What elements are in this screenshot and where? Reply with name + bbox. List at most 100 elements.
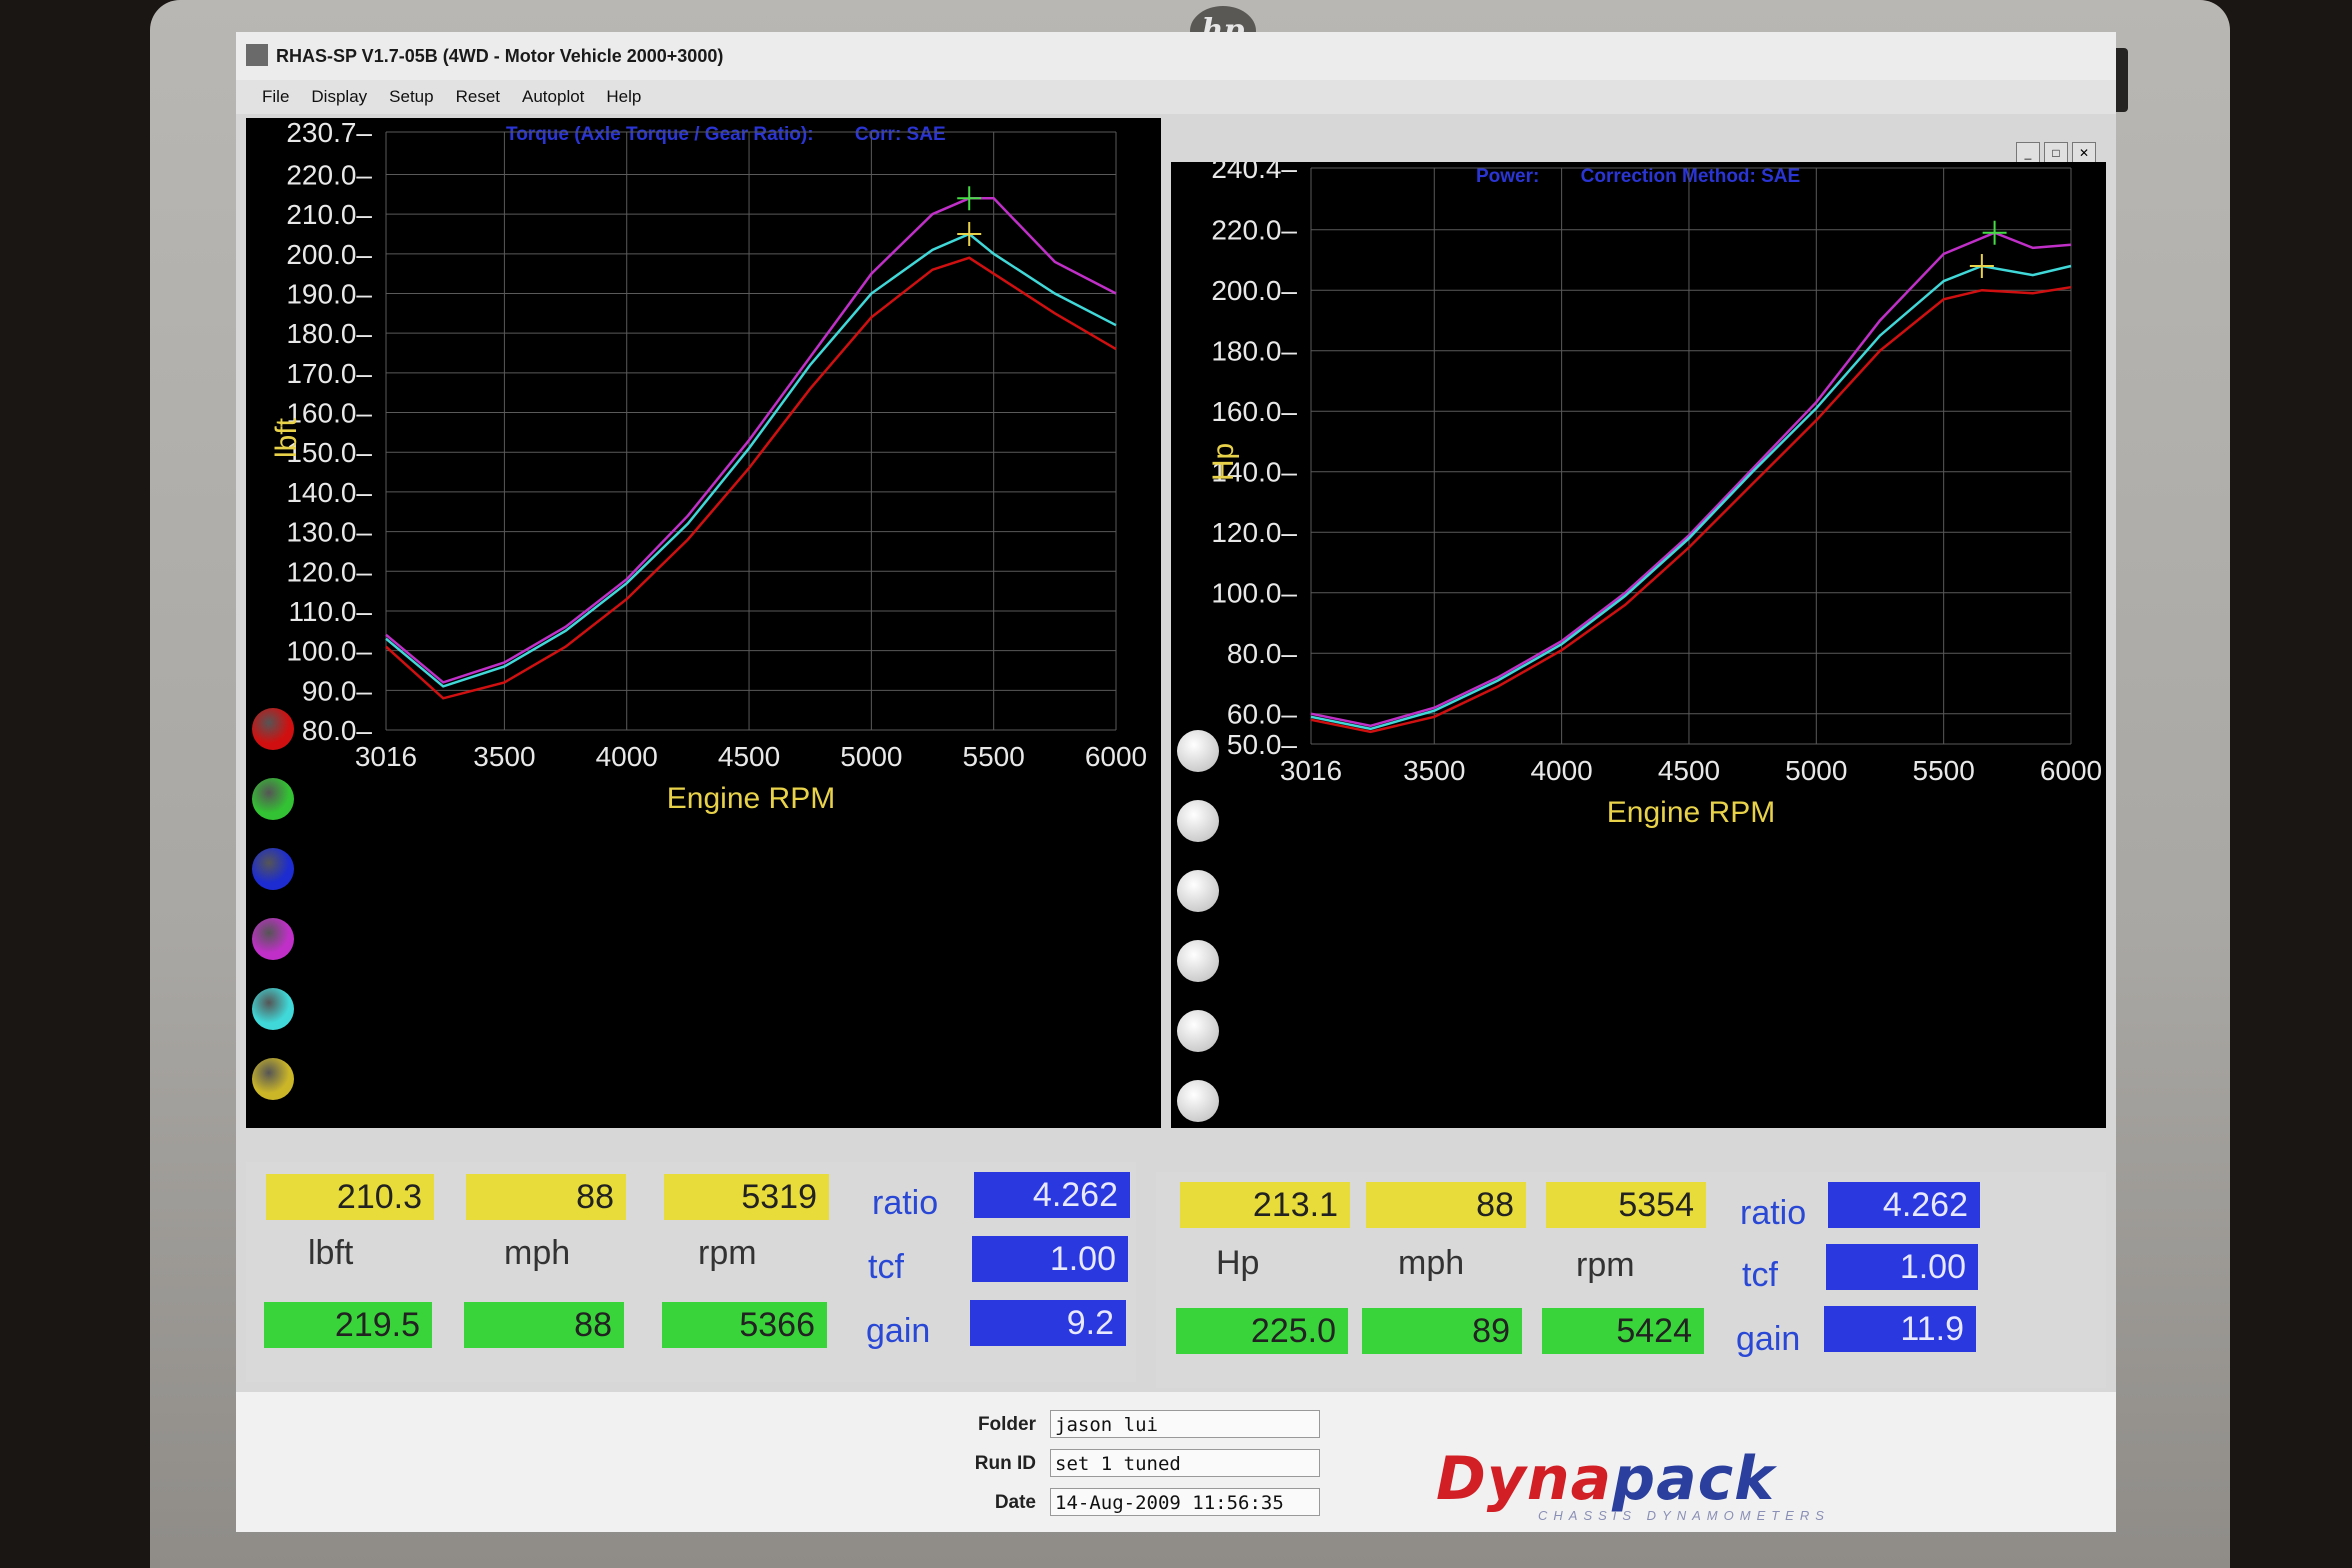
footer-info: Folder jason lui Run ID set 1 tuned Date…	[236, 1392, 2116, 1532]
torque-ytick-label: 190.0–	[286, 279, 372, 310]
power-peak-rpm: 5354	[1546, 1182, 1706, 1228]
power-readouts: 213.1 88 5354 Hp mph rpm 225.0 89 5424 r…	[1156, 1172, 2106, 1388]
runid-field[interactable]: set 1 tuned	[1050, 1449, 1320, 1477]
torque-xlabel: Engine RPM	[667, 782, 835, 815]
date-field[interactable]: 14-Aug-2009 11:56:35	[1050, 1488, 1320, 1516]
torque-tcf-value: 1.00	[972, 1236, 1128, 1282]
torque-ytick-label: 120.0–	[286, 556, 372, 587]
power-series-magenta	[1310, 231, 2072, 728]
torque-peak-value: 210.3	[266, 1174, 434, 1220]
power-legend-grey-dot[interactable]	[1177, 870, 1219, 912]
power-xtick-label: 3016	[1280, 755, 1342, 786]
power-label-ratio: ratio	[1740, 1194, 1807, 1232]
torque-ytick-label: 180.0–	[286, 318, 372, 349]
menu-reset[interactable]: Reset	[456, 87, 500, 107]
torque-readouts: 210.3 88 5319 lbft mph rpm 219.5 88 5366…	[246, 1162, 1136, 1382]
torque-tuned-mph: 88	[464, 1302, 624, 1348]
menu-autoplot[interactable]: Autoplot	[522, 87, 584, 107]
power-legend-grey-dot[interactable]	[1177, 940, 1219, 982]
menu-display[interactable]: Display	[311, 87, 367, 107]
power-xtick-label: 5500	[1913, 755, 1975, 786]
power-ytick-label: 220.0–	[1211, 215, 1297, 246]
app-icon	[246, 44, 268, 66]
torque-ytick-label: 100.0–	[286, 636, 372, 667]
power-tuned-mph: 89	[1362, 1308, 1522, 1354]
torque-unit-mph: mph	[504, 1234, 571, 1272]
power-xtick-label: 5000	[1785, 755, 1847, 786]
power-xtick-label: 4000	[1530, 755, 1592, 786]
torque-peak-rpm: 5319	[664, 1174, 829, 1220]
title-bar: RHAS-SP V1.7-05B (4WD - Motor Vehicle 20…	[236, 32, 2116, 80]
power-label-tcf: tcf	[1742, 1256, 1778, 1294]
torque-series-cyan	[385, 232, 1117, 688]
logo-part-a: Dyna	[1436, 1444, 1613, 1514]
window-controls: _ □ ✕	[2016, 142, 2096, 164]
torque-tuned-value: 219.5	[264, 1302, 432, 1348]
torque-xtick-label: 5000	[840, 741, 902, 772]
minimize-icon[interactable]: _	[2016, 142, 2040, 164]
torque-ytick-label: 200.0–	[286, 239, 372, 270]
torque-label-tcf: tcf	[868, 1248, 904, 1286]
menu-help[interactable]: Help	[606, 87, 641, 107]
folder-field[interactable]: jason lui	[1050, 1410, 1320, 1438]
power-label-gain: gain	[1736, 1320, 1801, 1358]
logo-subtitle: CHASSIS DYNAMOMETERS	[1538, 1508, 1830, 1523]
torque-xtick-label: 4500	[718, 741, 780, 772]
power-ytick-label: 200.0–	[1211, 275, 1297, 306]
power-ytick-label: 240.4–	[1211, 162, 1297, 184]
power-tcf-value: 1.00	[1826, 1244, 1978, 1290]
torque-xtick-label: 6000	[1085, 741, 1147, 772]
torque-legend-magenta-dot[interactable]	[252, 918, 294, 960]
torque-ytick-label: 230.7–	[286, 118, 372, 148]
power-ytick-label: 60.0–	[1227, 699, 1297, 730]
menu-file[interactable]: File	[262, 87, 289, 107]
power-legend-grey-dot[interactable]	[1177, 800, 1219, 842]
app-window: RHAS-SP V1.7-05B (4WD - Motor Vehicle 20…	[236, 32, 2116, 1532]
torque-legend-cyan-dot[interactable]	[252, 988, 294, 1030]
power-ytick-label: 120.0–	[1211, 517, 1297, 548]
torque-peak-mph: 88	[466, 1174, 626, 1220]
power-series-cyan	[1310, 264, 2072, 731]
close-icon[interactable]: ✕	[2072, 142, 2096, 164]
logo-part-b: pack	[1612, 1444, 1776, 1514]
torque-legend-yellow-dot[interactable]	[252, 1058, 294, 1100]
torque-label-gain: gain	[866, 1312, 931, 1350]
torque-label-ratio: ratio	[872, 1184, 939, 1222]
menu-setup[interactable]: Setup	[389, 87, 433, 107]
power-peak-value: 213.1	[1180, 1182, 1350, 1228]
power-gain-value: 11.9	[1824, 1306, 1976, 1352]
torque-unit-lbft: lbft	[308, 1234, 354, 1272]
date-label: Date	[994, 1492, 1036, 1513]
torque-legend-red-dot[interactable]	[252, 708, 294, 750]
torque-series-red	[385, 256, 1117, 700]
torque-legend-blue-dot[interactable]	[252, 848, 294, 890]
torque-xtick-label: 5500	[963, 741, 1025, 772]
dynapack-logo: Dynapack	[1436, 1444, 1775, 1514]
torque-legend-green-dot[interactable]	[252, 778, 294, 820]
power-xtick-label: 3500	[1403, 755, 1465, 786]
torque-xtick-label: 4000	[596, 741, 658, 772]
power-peak-mph: 88	[1366, 1182, 1526, 1228]
power-legend-grey-dot[interactable]	[1177, 730, 1219, 772]
power-xlabel: Engine RPM	[1607, 796, 1775, 829]
power-legend-grey-dot[interactable]	[1177, 1010, 1219, 1052]
power-unit-hp: Hp	[1216, 1244, 1260, 1282]
torque-ytick-label: 210.0–	[286, 199, 372, 230]
torque-xtick-label: 3016	[355, 741, 417, 772]
power-series-red	[1310, 285, 2072, 734]
torque-panel: Torque (Axle Torque / Gear Ratio): Corr:…	[246, 118, 1161, 1128]
torque-ratio-value: 4.262	[974, 1172, 1130, 1218]
power-legend-grey-dot[interactable]	[1177, 1080, 1219, 1122]
power-tuned-rpm: 5424	[1542, 1308, 1704, 1354]
power-unit-rpm: rpm	[1576, 1246, 1635, 1284]
torque-ytick-label: 170.0–	[286, 358, 372, 389]
maximize-icon[interactable]: □	[2044, 142, 2068, 164]
power-ratio-value: 4.262	[1828, 1182, 1980, 1228]
torque-chart: 230.7– 220.0– 210.0– 200.0– 190.0– 180.0– 170.…	[270, 118, 1147, 815]
power-ytick-label: 180.0–	[1211, 336, 1297, 367]
torque-tuned-rpm: 5366	[662, 1302, 827, 1348]
power-ylabel: Hp	[1207, 443, 1240, 481]
power-ytick-label: 100.0–	[1211, 578, 1297, 609]
torque-ytick-label: 130.0–	[286, 517, 372, 548]
power-xtick-label: 4500	[1658, 755, 1720, 786]
